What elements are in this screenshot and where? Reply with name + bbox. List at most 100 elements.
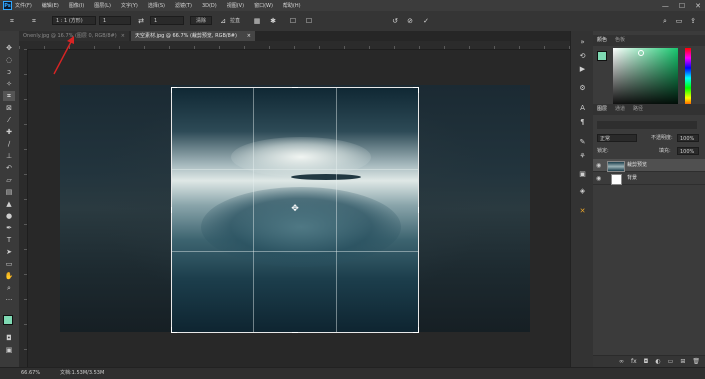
crop-handle-right[interactable] xyxy=(418,207,419,213)
menu-file[interactable]: 文件(F) xyxy=(15,2,32,9)
tools-extension-icon[interactable]: ✕ xyxy=(577,206,588,216)
tab-close-icon[interactable]: × xyxy=(247,31,251,41)
layer-row-crop-preview[interactable]: ◉ 裁剪预览 xyxy=(593,159,705,172)
blur-tool-icon[interactable]: ▲ xyxy=(3,199,15,209)
menu-select[interactable]: 选择(S) xyxy=(148,2,165,9)
quick-mask-icon[interactable]: ◘ xyxy=(3,333,15,343)
eyedropper-tool-icon[interactable]: ⁄ xyxy=(3,115,15,125)
panel-foreground-swatch[interactable] xyxy=(597,51,607,61)
crop-handle-left[interactable] xyxy=(171,207,172,213)
path-selection-tool-icon[interactable]: ➤ xyxy=(3,247,15,257)
height-input[interactable]: 1 xyxy=(150,16,184,25)
overlay-grid-icon[interactable]: ▦ xyxy=(252,16,262,26)
straighten-label[interactable]: 拉直 xyxy=(230,16,240,26)
layer-row-background[interactable]: ◉ 背景 xyxy=(593,172,705,185)
history-panel-icon[interactable]: ⟲ xyxy=(577,51,588,61)
hand-tool-icon[interactable]: ✋ xyxy=(3,271,15,281)
layer-filter-bar[interactable] xyxy=(597,121,697,129)
menu-window[interactable]: 窗口(W) xyxy=(254,2,273,9)
gradient-tool-icon[interactable]: ▤ xyxy=(3,187,15,197)
menu-3d[interactable]: 3D(D) xyxy=(202,3,217,9)
new-layer-icon[interactable]: ⊞ xyxy=(680,356,685,367)
crop-icon[interactable]: ⌗ xyxy=(28,16,40,26)
brush-panel-icon[interactable]: ✎ xyxy=(577,137,588,147)
fill-input[interactable]: 100% xyxy=(677,147,699,155)
brush-tool-icon[interactable]: ∕ xyxy=(3,139,15,149)
delete-layer-icon[interactable]: 🗑 xyxy=(692,356,700,367)
tab-swatches[interactable]: 色板 xyxy=(615,35,625,46)
tab-document-2[interactable]: 天空素材.jpg @ 66.7% (裁剪预览, RGB/8#) × xyxy=(131,31,255,41)
vertical-ruler[interactable] xyxy=(19,49,28,367)
menu-help[interactable]: 帮助(H) xyxy=(283,2,301,9)
visibility-eye-icon[interactable]: ◉ xyxy=(596,172,601,185)
visibility-eye-icon[interactable]: ◉ xyxy=(596,159,601,172)
tab-paths[interactable]: 路径 xyxy=(633,104,643,115)
menu-image[interactable]: 图像(I) xyxy=(69,2,84,9)
pen-tool-icon[interactable]: ✒ xyxy=(3,223,15,233)
cancel-icon[interactable]: ⊘ xyxy=(405,16,415,26)
tab-layers[interactable]: 图层 xyxy=(597,104,607,115)
search-icon[interactable]: ⌕ xyxy=(660,16,670,26)
share-icon[interactable]: ⇪ xyxy=(688,16,698,26)
tab-color[interactable]: 颜色 xyxy=(597,35,607,46)
actions-panel-icon[interactable]: ▶ xyxy=(577,64,588,74)
link-layers-icon[interactable]: ∞ xyxy=(619,356,624,367)
ratio-select[interactable]: 1 : 1 (方形) xyxy=(52,16,96,25)
crop-tool-preset-icon[interactable]: ⌗ xyxy=(6,16,18,26)
more-tools-icon[interactable]: ··· xyxy=(3,295,15,305)
hue-slider[interactable] xyxy=(685,48,691,108)
rectangle-tool-icon[interactable]: ▭ xyxy=(3,259,15,269)
delete-pixels-checkbox[interactable]: ☐ xyxy=(288,16,298,26)
screen-mode-icon[interactable]: ▣ xyxy=(3,345,15,355)
menu-layer[interactable]: 图层(L) xyxy=(94,2,111,9)
layer-name[interactable]: 裁剪预览 xyxy=(627,159,647,172)
foreground-color-swatch[interactable] xyxy=(3,315,13,325)
zoom-level[interactable]: 66.67% xyxy=(21,368,40,378)
3d-panel-icon[interactable]: ◈ xyxy=(577,186,588,196)
workspace-icon[interactable]: ▭ xyxy=(674,16,684,26)
opacity-input[interactable]: 100% xyxy=(677,134,699,142)
eraser-tool-icon[interactable]: ▱ xyxy=(3,175,15,185)
clone-source-panel-icon[interactable]: ⚘ xyxy=(577,151,588,161)
type-tool-icon[interactable]: T xyxy=(3,235,15,245)
tab-close-icon[interactable]: × xyxy=(121,31,125,41)
menu-view[interactable]: 视图(V) xyxy=(227,2,244,9)
healing-brush-tool-icon[interactable]: ✚ xyxy=(3,127,15,137)
width-input[interactable]: 1 xyxy=(99,16,131,25)
crop-tool-icon[interactable]: ⌗ xyxy=(3,91,15,101)
lasso-tool-icon[interactable]: ↄ xyxy=(3,67,15,77)
gear-icon[interactable]: ✱ xyxy=(268,16,278,26)
menu-filter[interactable]: 滤镜(T) xyxy=(175,2,192,9)
horizontal-ruler[interactable] xyxy=(19,41,570,50)
maximize-button[interactable]: ☐ xyxy=(679,2,685,10)
straighten-icon[interactable]: ⊿ xyxy=(218,16,228,26)
zoom-tool-icon[interactable]: ⌕ xyxy=(3,283,15,293)
properties-panel-icon[interactable]: ⚙ xyxy=(577,83,588,93)
layer-name[interactable]: 背景 xyxy=(627,172,637,185)
collapse-icon[interactable]: » xyxy=(577,37,588,47)
crop-handle-bottom[interactable] xyxy=(292,332,298,333)
libraries-panel-icon[interactable]: ▣ xyxy=(577,169,588,179)
menu-type[interactable]: 文字(Y) xyxy=(121,2,138,9)
crop-handle-top[interactable] xyxy=(292,87,298,88)
content-aware-checkbox[interactable]: ☐ xyxy=(304,16,314,26)
marquee-tool-icon[interactable]: ◌ xyxy=(3,55,15,65)
menu-edit[interactable]: 编辑(E) xyxy=(42,2,59,9)
tab-channels[interactable]: 通道 xyxy=(615,104,625,115)
commit-icon[interactable]: ✓ xyxy=(421,16,431,26)
clear-button[interactable]: 清除 xyxy=(190,16,212,25)
reset-icon[interactable]: ↺ xyxy=(390,16,400,26)
magic-wand-tool-icon[interactable]: ✧ xyxy=(3,79,15,89)
crop-preview-image[interactable]: ✥ xyxy=(171,87,419,333)
color-picker-field[interactable] xyxy=(613,48,678,108)
dodge-tool-icon[interactable]: ● xyxy=(3,211,15,221)
move-tool-icon[interactable]: ✥ xyxy=(3,43,15,53)
close-window-button[interactable]: ✕ xyxy=(695,2,701,10)
clone-stamp-tool-icon[interactable]: ⊥ xyxy=(3,151,15,161)
history-brush-tool-icon[interactable]: ↶ xyxy=(3,163,15,173)
minimize-button[interactable]: — xyxy=(662,2,669,10)
paragraph-panel-icon[interactable]: ¶ xyxy=(577,117,588,127)
frame-tool-icon[interactable]: ⊠ xyxy=(3,103,15,113)
character-panel-icon[interactable]: A xyxy=(577,103,588,113)
layer-style-icon[interactable]: fx xyxy=(631,356,637,367)
